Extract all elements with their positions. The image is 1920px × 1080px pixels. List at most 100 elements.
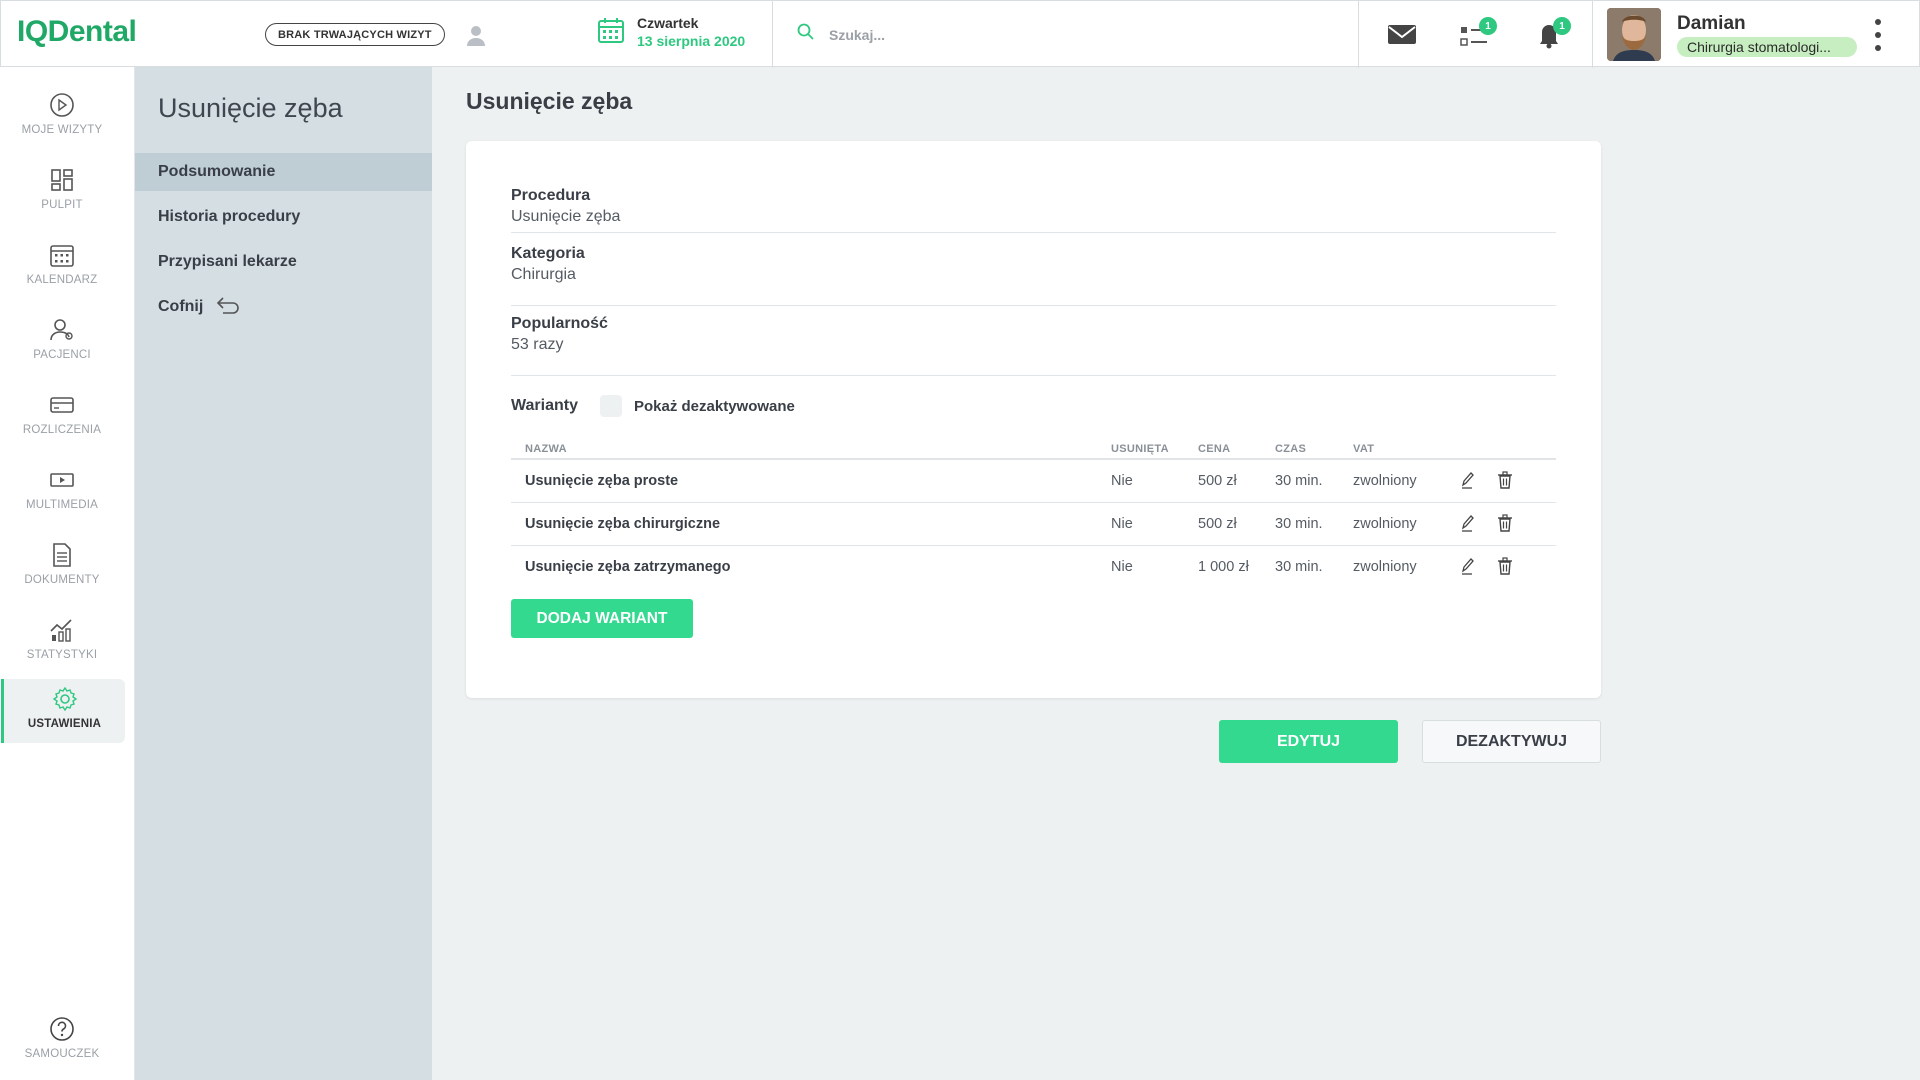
nav-label: STATYSTYKI	[26, 649, 98, 661]
current-date: Czwartek 13 sierpnia 2020	[597, 15, 745, 49]
variant-price: 1 000 zł	[1198, 558, 1249, 575]
search-icon	[797, 23, 815, 46]
header-divider	[772, 1, 773, 68]
trash-icon[interactable]	[1494, 555, 1516, 577]
nav-item-pulpit[interactable]: PULPIT	[0, 160, 124, 224]
help-icon	[48, 1015, 76, 1043]
bell-icon[interactable]: 1	[1533, 17, 1571, 49]
subnav-item-lekarze[interactable]: Przypisani lekarze	[135, 243, 432, 281]
nav-label: PULPIT	[41, 199, 83, 211]
field-popularnosc: Popularność 53 razy	[511, 315, 1556, 376]
field-label: Kategoria	[511, 245, 585, 262]
field-procedura: Procedura Usunięcie zęba	[511, 187, 1556, 233]
subnav-item-podsumowanie[interactable]: Podsumowanie	[135, 153, 432, 191]
trash-icon[interactable]	[1494, 512, 1516, 534]
nav-item-multimedia[interactable]: MULTIMEDIA	[0, 460, 124, 524]
document-icon	[48, 541, 76, 569]
nav-label: KALENDARZ	[26, 274, 98, 286]
nav-item-samouczek[interactable]: SAMOUCZEK	[0, 1009, 124, 1073]
nav-item-dokumenty[interactable]: DOKUMENTY	[0, 535, 124, 599]
procedure-card: Procedura Usunięcie zęba Kategoria Chiru…	[466, 141, 1601, 698]
mail-icon[interactable]	[1386, 19, 1418, 49]
variant-name: Usunięcie zęba zatrzymanego	[525, 558, 731, 575]
variant-time: 30 min.	[1275, 472, 1323, 489]
notifications-badge: 1	[1553, 17, 1571, 35]
header-divider	[1358, 1, 1359, 68]
search-input[interactable]	[829, 26, 1129, 43]
variant-vat: zwolniony	[1353, 472, 1417, 489]
column-header-empty	[1494, 439, 1556, 459]
variants-table: NAZWA USUNIĘTA CENA CZAS VAT Usunięcie z…	[511, 439, 1556, 588]
calendar-icon	[597, 16, 625, 49]
column-header[interactable]: VAT	[1353, 439, 1456, 459]
credit-card-icon	[48, 391, 76, 419]
subnav-item-label: Cofnij	[158, 298, 204, 315]
column-header-empty	[1456, 439, 1494, 459]
variant-time: 30 min.	[1275, 558, 1323, 575]
visit-status-pill[interactable]: BRAK TRWAJĄCYCH WIZYT	[265, 23, 445, 46]
calendar-icon	[48, 241, 76, 269]
video-icon	[48, 466, 76, 494]
nav-item-moje-wizyty[interactable]: MOJE WIZYTY	[0, 85, 124, 149]
column-header[interactable]: CENA	[1198, 439, 1275, 459]
subnav-item-cofnij[interactable]: Cofnij	[135, 288, 432, 326]
table-row[interactable]: Usunięcie zęba proste Nie 500 zł 30 min.…	[511, 459, 1556, 502]
nav-label: MULTIMEDIA	[25, 499, 99, 511]
column-header[interactable]: NAZWA	[511, 439, 1111, 459]
variant-price: 500 zł	[1198, 472, 1237, 489]
more-menu-icon[interactable]	[1873, 19, 1883, 51]
variant-name: Usunięcie zęba proste	[525, 472, 679, 489]
show-deactivated-label[interactable]: Pokaż dezaktywowane	[634, 398, 795, 415]
table-header-row: NAZWA USUNIĘTA CENA CZAS VAT	[511, 439, 1556, 459]
trash-icon[interactable]	[1494, 469, 1516, 491]
nav-item-ustawienia[interactable]: USTAWIENIA	[1, 679, 125, 743]
field-value: 53 razy	[511, 336, 564, 353]
column-header[interactable]: USUNIĘTA	[1111, 439, 1198, 459]
header-divider	[1592, 1, 1593, 68]
app-logo[interactable]: IQDental	[17, 15, 137, 49]
variant-deleted: Nie	[1111, 558, 1133, 575]
variant-vat: zwolniony	[1353, 558, 1417, 575]
table-row[interactable]: Usunięcie zęba chirurgiczne Nie 500 zł 3…	[511, 502, 1556, 545]
undo-arrow-icon	[215, 296, 241, 319]
nav-item-kalendarz[interactable]: KALENDARZ	[0, 235, 124, 299]
nav-item-pacjenci[interactable]: PACJENCI	[0, 310, 124, 374]
field-kategoria: Kategoria Chirurgia	[511, 245, 1556, 306]
subnav-item-label: Przypisani lekarze	[158, 253, 297, 270]
field-label: Popularność	[511, 315, 608, 332]
tasks-icon[interactable]: 1	[1459, 17, 1497, 49]
edit-pencil-icon[interactable]	[1456, 512, 1478, 534]
page-title: Usunięcie zęba	[466, 88, 633, 114]
patients-icon	[48, 316, 76, 344]
user-role-badge: Chirurgia stomatologi...	[1677, 37, 1857, 57]
variants-label: Warianty	[511, 397, 578, 414]
nav-label: USTAWIENIA	[27, 718, 102, 730]
field-label: Procedura	[511, 187, 591, 204]
avatar[interactable]	[1607, 8, 1661, 61]
edit-pencil-icon[interactable]	[1456, 555, 1478, 577]
date-value: 13 sierpnia 2020	[637, 33, 746, 49]
variant-time: 30 min.	[1275, 515, 1323, 532]
user-name[interactable]: Damian	[1677, 13, 1746, 35]
show-deactivated-checkbox[interactable]	[599, 395, 622, 417]
nav-item-statystyki[interactable]: STATYSTYKI	[0, 610, 124, 674]
nav-label: PACJENCI	[33, 349, 91, 361]
subnav-item-historia[interactable]: Historia procedury	[135, 198, 432, 236]
variant-price: 500 zł	[1198, 515, 1237, 532]
add-variant-button[interactable]: DODAJ WARIANT	[511, 599, 693, 638]
top-bar: IQDental BRAK TRWAJĄCYCH WIZYT Czwartek …	[0, 0, 1920, 68]
variants-header: Warianty Pokaż dezaktywowane	[511, 395, 795, 417]
chart-icon	[48, 616, 76, 644]
date-day: Czwartek	[637, 15, 699, 31]
table-row[interactable]: Usunięcie zęba zatrzymanego Nie 1 000 zł…	[511, 545, 1556, 588]
user-icon[interactable]	[465, 23, 487, 47]
deactivate-button[interactable]: DEZAKTYWUJ	[1422, 720, 1601, 763]
nav-item-rozliczenia[interactable]: ROZLICZENIA	[0, 385, 124, 449]
edit-button[interactable]: EDYTUJ	[1219, 720, 1398, 763]
column-header[interactable]: CZAS	[1275, 439, 1353, 459]
gear-icon	[51, 685, 79, 713]
edit-pencil-icon[interactable]	[1456, 469, 1478, 491]
subnav-item-label: Historia procedury	[158, 208, 301, 225]
field-value: Usunięcie zęba	[511, 208, 621, 225]
nav-label: ROZLICZENIA	[22, 424, 102, 436]
